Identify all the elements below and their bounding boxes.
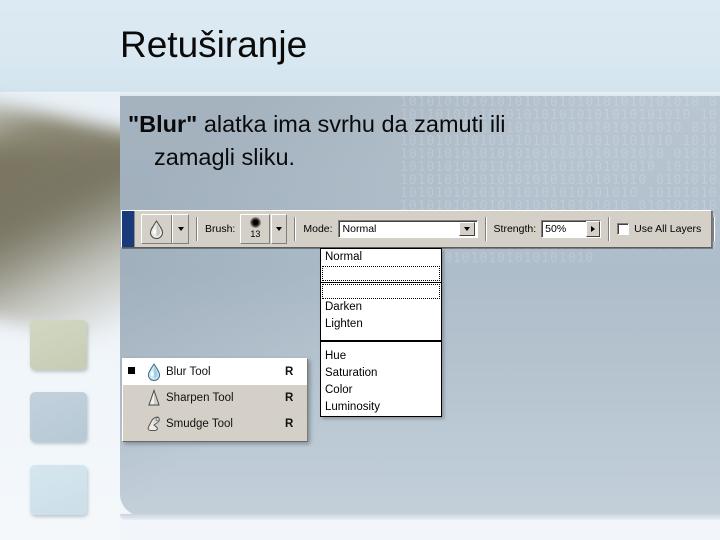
mode-combobox[interactable]: Normal [337,220,478,238]
toolbar-separator-4 [608,217,611,241]
chevron-down-icon [177,227,184,231]
mode-menu-item-color[interactable]: Color [321,382,441,399]
mode-menu-item-luminosity[interactable]: Luminosity [321,399,441,416]
slide-root: Retuširanje 1010101010101010101010101010… [0,0,720,540]
tool-flyout-shortcut-blur: R [285,366,294,378]
mode-label: Mode: [303,223,333,235]
brush-preview[interactable]: 13 [240,214,271,244]
mode-menu-gap [321,333,441,337]
mode-dropdown-arrow[interactable] [458,222,475,236]
mode-dropdown-menu[interactable]: Normal Darken Lighten Hue Saturation Col… [320,248,442,417]
options-toolbar: Brush: 13 Mode: Normal Strength: 50% Use… [121,210,716,248]
toolbar-drag-grip[interactable] [122,211,135,247]
deco-square-pale [30,465,87,515]
tool-flyout-label-sharpen: Sharpen Tool [166,392,234,404]
deco-square-blue [30,392,87,442]
mode-menu-item-saturation[interactable]: Saturation [321,365,441,382]
body-text: "Blur" alatka ima svrhu da zamuti ili za… [128,108,688,174]
strength-stepper[interactable]: 50% [541,220,602,238]
finger-icon [142,415,166,433]
body-line2: zamagli sliku. [154,144,296,170]
use-all-layers-label: Use All Layers [634,223,702,235]
mode-menu-item-normal[interactable]: Normal [321,249,441,266]
tool-flyout-shortcut-sharpen: R [285,392,294,404]
selected-marker-icon [128,367,142,377]
page-title: Retuširanje [120,24,308,65]
tool-flyout-label-smudge: Smudge Tool [166,418,233,430]
tool-flyout-item-sharpen[interactable]: Sharpen Tool R [123,385,307,411]
deco-square-olive [30,320,87,370]
mode-menu-focus-indicator-2 [322,284,440,299]
mode-menu-rule [321,282,441,283]
mode-value: Normal [342,223,377,235]
strength-value: 50% [545,223,567,235]
droplet-icon [142,363,166,381]
mode-menu-item-hue[interactable]: Hue [321,348,441,365]
brush-size-value: 13 [250,229,261,239]
body-bold-term: "Blur" [128,111,198,137]
toolbar-separator-3 [484,217,487,241]
strength-label: Strength: [493,223,537,235]
use-all-layers-checkbox[interactable] [617,223,630,235]
tool-flyout-label-blur: Blur Tool [166,366,211,378]
strength-slider-arrow[interactable] [586,221,601,237]
tool-flyout-menu[interactable]: Blur Tool R Sharpen Tool R Smudge Tool R [122,358,308,442]
brush-tip-icon [249,217,261,228]
body-line1-rest: alatka ima svrhu da zamuti ili [197,111,506,137]
tool-flyout-item-smudge[interactable]: Smudge Tool R [123,411,307,437]
toolbar-separator-2 [294,217,297,241]
blur-droplet-icon [142,215,172,243]
chevron-down-icon [463,227,470,231]
tool-flyout-item-blur[interactable]: Blur Tool R [123,359,307,385]
mode-menu-separator [321,340,441,342]
chevron-down-icon [276,227,283,231]
chevron-right-icon [591,226,596,232]
tool-flyout-shortcut-smudge: R [285,418,294,430]
tool-dropdown-arrow[interactable] [172,215,188,243]
current-tool-button[interactable] [141,214,189,244]
use-all-layers-row[interactable]: Use All Layers [617,223,706,235]
mode-menu-item-darken[interactable]: Darken [321,299,441,316]
content-panel-edge [120,514,720,520]
brush-dropdown-arrow[interactable] [271,214,288,244]
cone-icon [142,389,166,407]
mode-menu-focus-indicator [322,266,440,281]
brush-label: Brush: [205,223,236,235]
toolbar-separator-1 [196,217,198,241]
mode-menu-item-lighten[interactable]: Lighten [321,316,441,333]
title-band [0,0,720,92]
toolbar-separator-5 [713,217,716,241]
